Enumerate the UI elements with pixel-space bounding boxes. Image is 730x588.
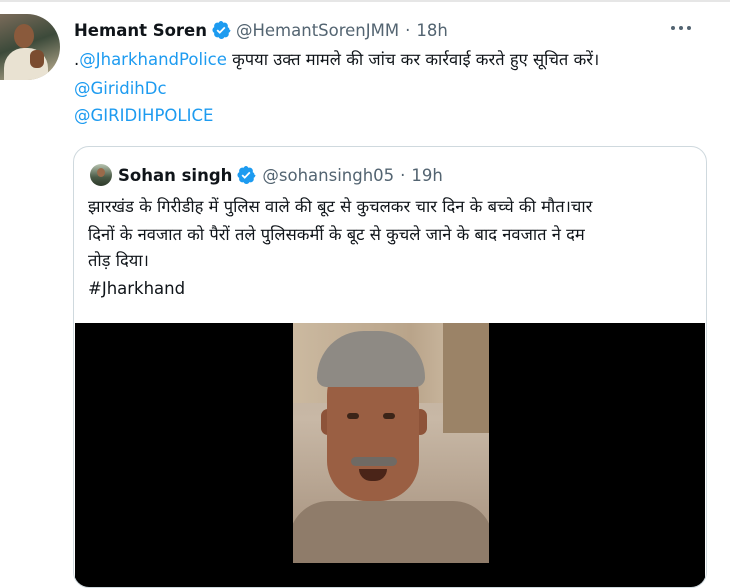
quoted-author-handle[interactable]: @sohansingh05 — [262, 166, 394, 185]
author-avatar[interactable] — [0, 14, 60, 80]
author-handle[interactable]: @HemantSorenJMM — [236, 21, 399, 40]
verified-badge-icon — [212, 21, 231, 39]
top-divider — [0, 0, 730, 2]
author-name[interactable]: Hemant Soren — [74, 21, 207, 40]
separator-dot: · — [400, 165, 406, 185]
tweet-header: Hemant Soren @HemantSorenJMM · 18h — [74, 18, 448, 42]
separator-dot: · — [405, 20, 411, 40]
quoted-tweet-card[interactable]: Sohan singh @sohansingh05 · 19h झारखंड क… — [73, 146, 707, 588]
tweet-text: कृपया उक्त मामले की जांच कर कार्रवाई करत… — [226, 50, 600, 69]
tweet-text-line-1: .@JharkhandPolice कृपया उक्त मामले की जा… — [74, 48, 599, 72]
quoted-author-avatar[interactable] — [90, 164, 112, 186]
quoted-text-line-3: तोड़ दिया। — [88, 251, 149, 270]
quoted-tweet-header: Sohan singh @sohansingh05 · 19h — [90, 163, 443, 187]
video-frame-image — [293, 323, 489, 563]
mention-jharkhand-police[interactable]: @JharkhandPolice — [79, 50, 227, 69]
tweet-text-line-2: @GiridihDc — [74, 77, 167, 101]
mention-giridih-dc[interactable]: @GiridihDc — [74, 79, 167, 98]
quoted-timestamp[interactable]: 19h — [411, 166, 442, 185]
quoted-media-video[interactable] — [75, 323, 705, 587]
quoted-text-line-1: झारखंड के गिरीडीह में पुलिस वाले की बूट … — [88, 197, 593, 216]
tweet-text-line-3: @GIRIDIHPOLICE — [74, 104, 213, 128]
quoted-text-line-2: दिनों के नवजात को पैरों तले पुलिसकर्मी क… — [88, 225, 585, 244]
verified-badge-icon — [237, 166, 256, 184]
mention-giridih-police[interactable]: @GIRIDIHPOLICE — [74, 106, 213, 125]
quoted-hashtag[interactable]: #Jharkhand — [88, 275, 700, 303]
more-options-icon[interactable] — [663, 18, 703, 40]
tweet-timestamp[interactable]: 18h — [416, 21, 447, 40]
quoted-author-name[interactable]: Sohan singh — [118, 166, 232, 185]
